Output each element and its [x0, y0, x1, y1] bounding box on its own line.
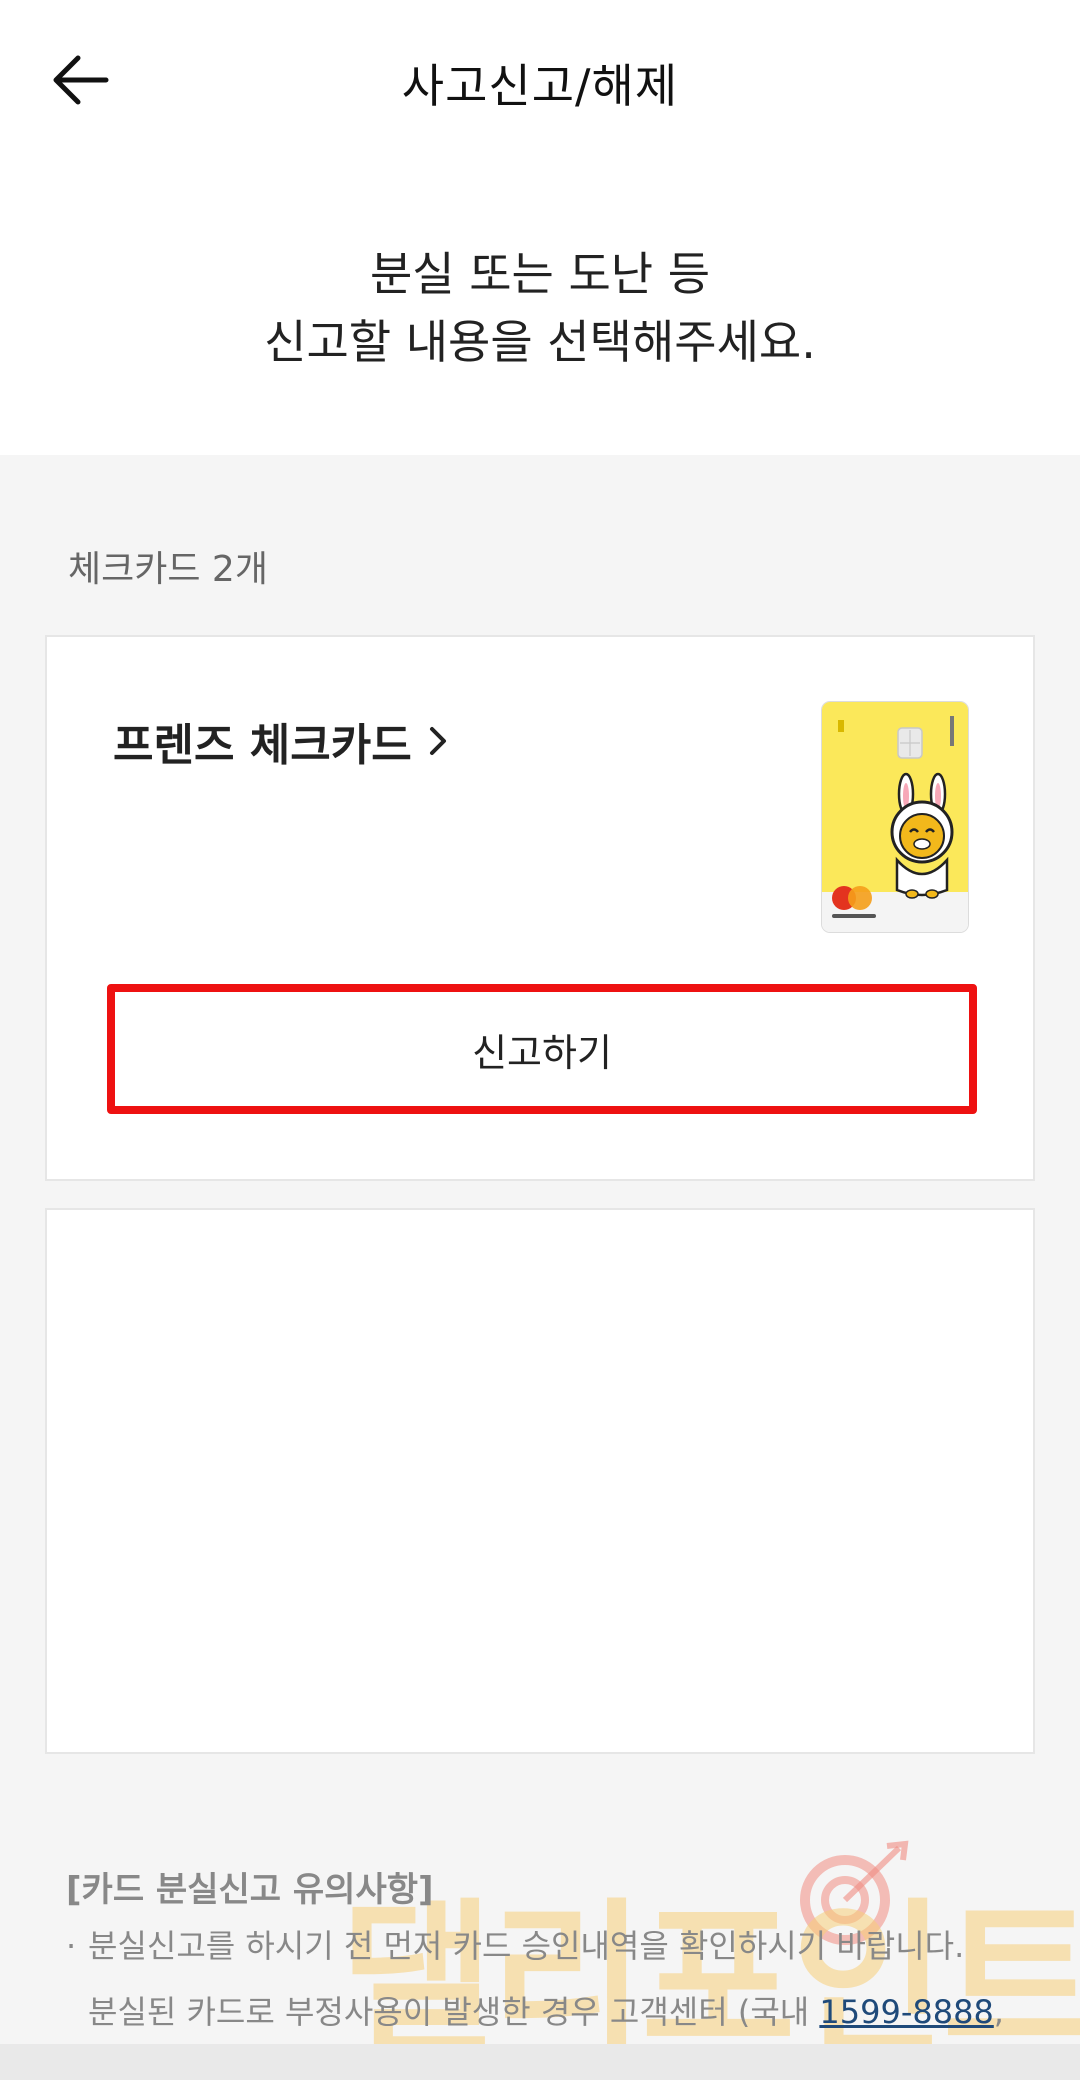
phone-link[interactable]: 1599-8888: [819, 1993, 993, 2031]
notice-line-2-text: 분실된 카드로 부정사용이 발생한 경우 고객센터 (국내: [88, 1993, 820, 2031]
notice-line-2: 분실된 카드로 부정사용이 발생한 경우 고객센터 (국내 1599-8888,: [66, 1981, 1026, 2043]
screen: 사고신고/해제 분실 또는 도난 등 신고할 내용을 선택해주세요. 체크카드 …: [0, 0, 1080, 2080]
bullet-icon: ·: [66, 1927, 77, 1965]
header: 사고신고/해제 분실 또는 도난 등 신고할 내용을 선택해주세요.: [0, 0, 1080, 455]
page-title: 사고신고/해제: [401, 59, 679, 113]
card-count-label: 체크카드 2개: [68, 549, 268, 590]
card-item: 프렌즈 체크카드 신고하기: [45, 635, 1035, 1181]
notice-line-1-text: 분실신고를 하시기 전 먼저 카드 승인내역을 확인하시기 바랍니다.: [88, 1927, 965, 1965]
notice-line-1: · 분실신고를 하시기 전 먼저 카드 승인내역을 확인하시기 바랍니다.: [66, 1915, 1026, 1977]
notice-section: [카드 분실신고 유의사항] · 분실신고를 하시기 전 먼저 카드 승인내역을 …: [66, 1862, 1026, 2043]
notice-line-2-suffix: ,: [993, 1993, 1004, 2031]
card-name-link[interactable]: 프렌즈 체크카드: [113, 709, 448, 773]
headline-line-2: 신고할 내용을 선택해주세요.: [264, 315, 816, 369]
notice-title: [카드 분실신고 유의사항]: [66, 1870, 434, 1910]
headline-line-1: 분실 또는 도난 등: [369, 247, 711, 301]
card-image: [822, 702, 968, 932]
report-button[interactable]: 신고하기: [107, 984, 977, 1114]
card-item-empty: [45, 1208, 1035, 1754]
headline: 분실 또는 도난 등 신고할 내용을 선택해주세요.: [0, 240, 1080, 376]
chevron-right-icon: [428, 725, 448, 757]
bottom-bar: [0, 2044, 1080, 2080]
card-name: 프렌즈 체크카드: [113, 720, 412, 771]
